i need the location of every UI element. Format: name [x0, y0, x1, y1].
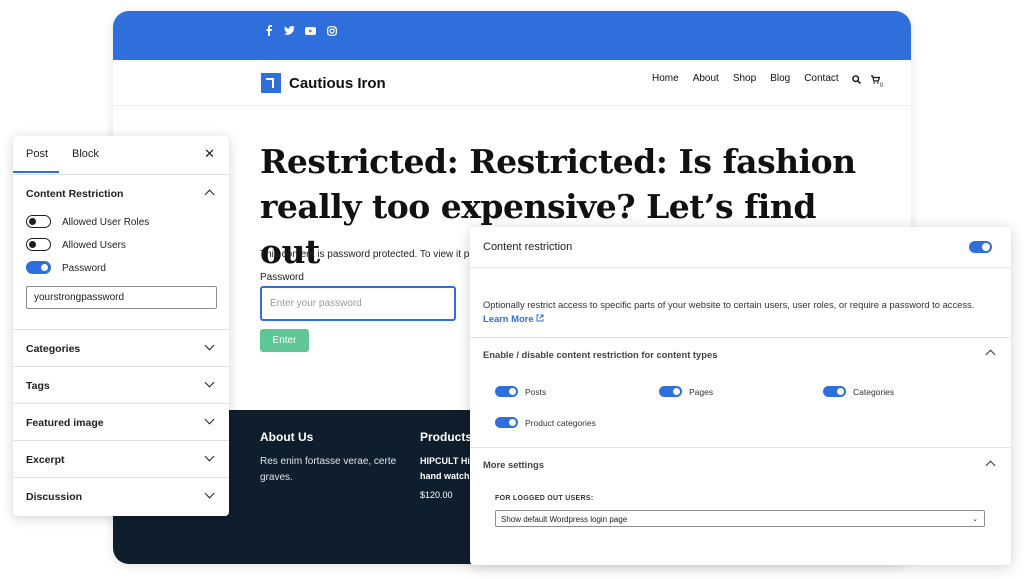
excerpt-title: Excerpt	[26, 454, 65, 466]
chevron-down-icon: ⌄	[972, 516, 978, 523]
content-type-label: Pages	[689, 386, 714, 397]
content-type-label: Product categories	[525, 417, 596, 428]
nav-contact[interactable]: Contact	[804, 73, 838, 84]
discussion-panel[interactable]: Discussion	[13, 478, 229, 514]
password-input[interactable]: yourstrongpassword	[26, 286, 217, 309]
content-types-title: Enable / disable content restriction for…	[483, 349, 718, 360]
chevron-down-icon	[204, 451, 215, 462]
toggle-switch[interactable]	[495, 386, 518, 397]
tags-panel[interactable]: Tags	[13, 367, 229, 404]
featured-image-title: Featured image	[26, 417, 104, 429]
content-restriction-title: Content Restriction	[26, 188, 124, 200]
settings-title: Content restriction	[483, 241, 573, 253]
chevron-down-icon	[204, 414, 215, 425]
toggle-switch[interactable]	[495, 417, 518, 428]
editor-sidebar: Post Block ✕ Content Restriction Allowed…	[13, 136, 229, 516]
settings-description: Optionally restrict access to specific p…	[483, 298, 1003, 326]
site-header: Cautious Iron Home About Shop Blog Conta…	[113, 60, 911, 106]
select-value: Show default Wordpress login page	[501, 515, 628, 524]
content-type-product-categories[interactable]: Product categories	[495, 417, 596, 428]
chevron-down-icon	[204, 377, 215, 388]
toggle-switch[interactable]	[26, 238, 51, 251]
content-type-posts[interactable]: Posts	[495, 386, 546, 397]
footer-about-text: Res enim fortasse verae, certe graves.	[260, 456, 397, 483]
brand-name: Cautious Iron	[289, 74, 386, 92]
excerpt-panel[interactable]: Excerpt	[13, 441, 229, 478]
learn-more-label: Learn More	[483, 313, 534, 324]
social-links	[263, 25, 337, 36]
tags-title: Tags	[26, 380, 50, 392]
content-restriction-header[interactable]: Content Restriction	[13, 175, 229, 211]
tab-block[interactable]: Block	[72, 148, 99, 160]
discussion-header[interactable]: Discussion	[13, 478, 229, 514]
categories-header[interactable]: Categories	[13, 330, 229, 366]
sidebar-tabs: Post Block ✕	[13, 136, 229, 175]
chevron-down-icon	[204, 340, 215, 351]
divider	[470, 447, 1011, 448]
content-type-label: Posts	[525, 386, 547, 397]
logged-out-label: FOR LOGGED OUT USERS:	[495, 495, 594, 502]
toggle-label: Allowed User Roles	[62, 217, 150, 228]
twitter-icon[interactable]	[284, 25, 295, 36]
protected-notice: This content is password protected. To v…	[260, 249, 472, 260]
content-type-label: Categories	[853, 386, 895, 397]
cart-count: 0	[880, 83, 884, 89]
external-link-icon	[536, 314, 544, 322]
categories-panel[interactable]: Categories	[13, 330, 229, 367]
search-icon[interactable]	[852, 75, 862, 89]
nav-about[interactable]: About	[693, 73, 719, 84]
toggle-allowed-user-roles[interactable]: Allowed User Roles	[13, 211, 229, 234]
instagram-icon[interactable]	[326, 25, 337, 36]
excerpt-header[interactable]: Excerpt	[13, 441, 229, 477]
chevron-up-icon	[204, 189, 215, 200]
close-icon[interactable]: ✕	[204, 146, 215, 162]
footer-about-title: About Us	[260, 430, 314, 444]
nav-shop[interactable]: Shop	[733, 73, 756, 84]
learn-more-link[interactable]: Learn More	[483, 313, 544, 324]
content-restriction-settings: Content restriction Optionally restrict …	[470, 227, 1011, 565]
divider	[470, 337, 1011, 338]
top-bar	[113, 11, 911, 60]
categories-title: Categories	[26, 343, 81, 355]
footer-about: About Us Res enim fortasse verae, certe …	[260, 430, 410, 486]
tab-post[interactable]: Post	[26, 148, 48, 160]
active-tab-indicator	[13, 171, 59, 173]
content-type-categories[interactable]: Categories	[823, 386, 894, 397]
chevron-up-icon[interactable]	[985, 349, 996, 360]
toggle-password[interactable]: Password	[13, 257, 229, 280]
featured-image-panel[interactable]: Featured image	[13, 404, 229, 441]
featured-image-header[interactable]: Featured image	[13, 404, 229, 440]
toggle-label: Allowed Users	[62, 240, 126, 251]
settings-header: Content restriction	[470, 227, 1011, 268]
site-logo[interactable]: Cautious Iron	[261, 73, 386, 93]
youtube-icon[interactable]	[305, 25, 316, 36]
tags-header[interactable]: Tags	[13, 367, 229, 403]
toggle-allowed-users[interactable]: Allowed Users	[13, 234, 229, 257]
toggle-switch[interactable]	[659, 386, 682, 397]
enter-button[interactable]: Enter	[260, 329, 309, 352]
toggle-switch[interactable]	[26, 215, 51, 228]
facebook-icon[interactable]	[263, 25, 274, 36]
description-text: Optionally restrict access to specific p…	[483, 299, 975, 310]
logo-mark-icon	[261, 73, 281, 93]
content-type-pages[interactable]: Pages	[659, 386, 713, 397]
cart-icon[interactable]: 0	[871, 75, 883, 89]
password-field[interactable]: Enter your password	[260, 286, 456, 321]
main-nav: Home About Shop Blog Contact	[652, 73, 839, 84]
discussion-title: Discussion	[26, 491, 83, 503]
toggle-switch[interactable]	[26, 261, 51, 274]
logged-out-select[interactable]: Show default Wordpress login page ⌄	[495, 510, 985, 527]
chevron-down-icon	[204, 488, 215, 499]
nav-blog[interactable]: Blog	[770, 73, 790, 84]
content-restriction-panel: Content Restriction Allowed User Roles A…	[13, 175, 229, 330]
toggle-label: Password	[62, 263, 106, 274]
header-icons: 0	[852, 75, 883, 89]
nav-home[interactable]: Home	[652, 73, 679, 84]
password-label: Password	[260, 272, 304, 283]
master-toggle[interactable]	[969, 241, 992, 253]
chevron-up-icon[interactable]	[985, 460, 996, 471]
more-settings-title: More settings	[483, 459, 544, 470]
toggle-switch[interactable]	[823, 386, 846, 397]
